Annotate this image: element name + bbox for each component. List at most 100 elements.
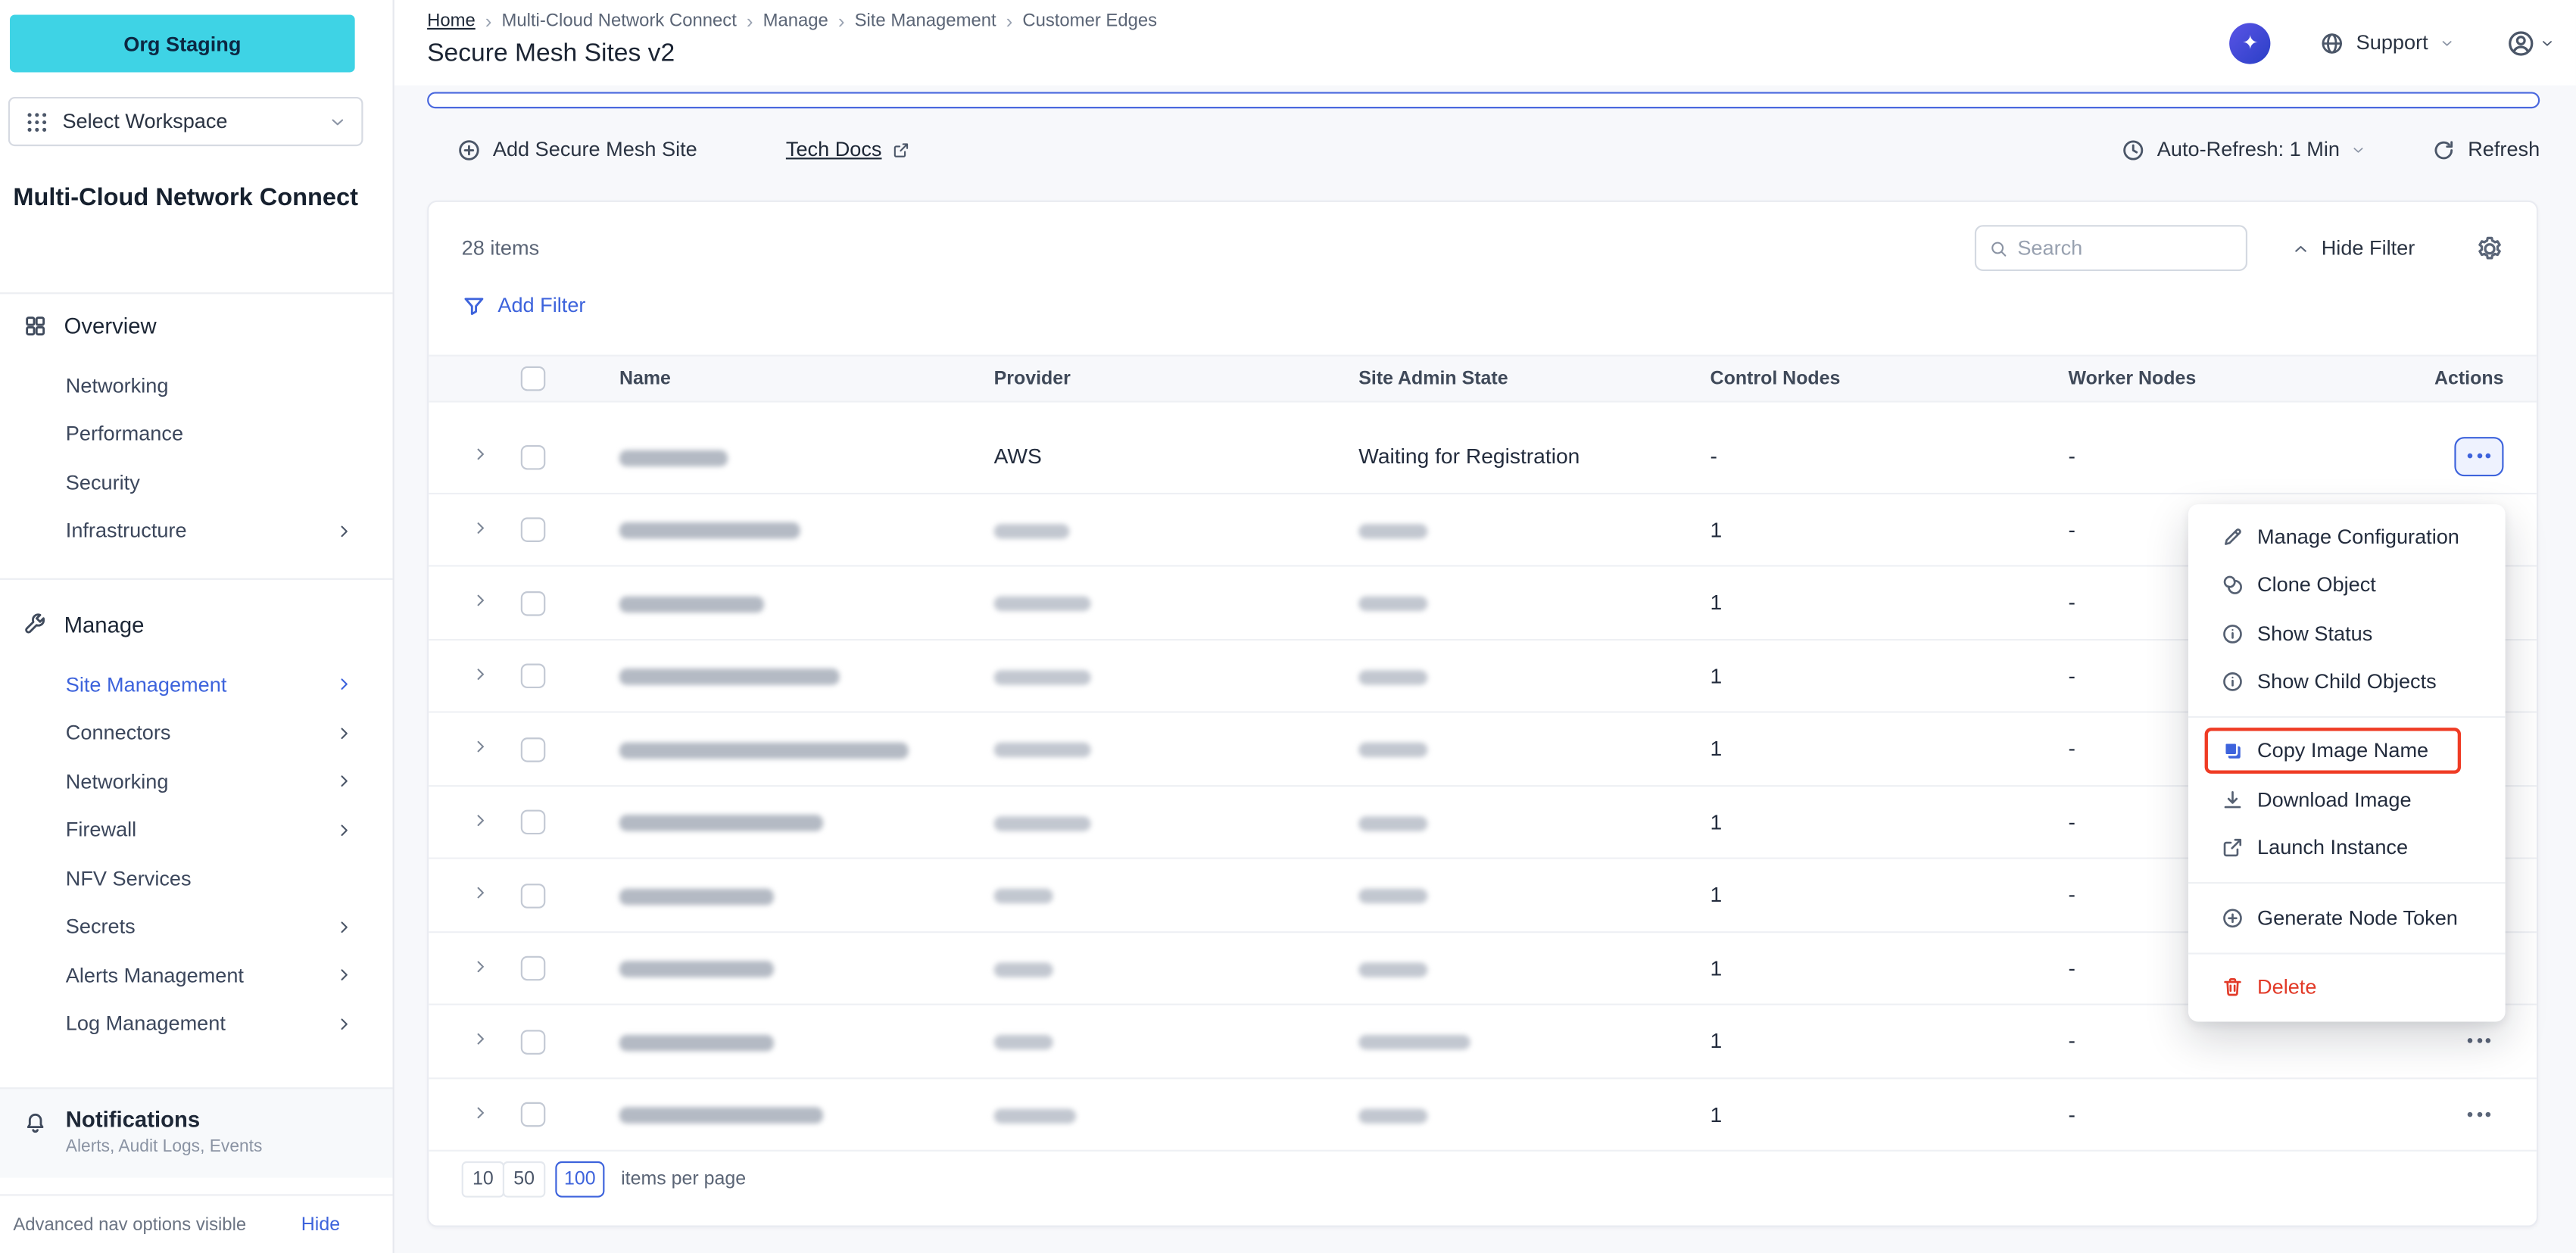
sidebar-item-log-management[interactable]: Log Management <box>0 999 393 1048</box>
sidebar-item-firewall[interactable]: Firewall <box>0 806 393 854</box>
row-checkbox[interactable] <box>521 956 546 981</box>
filter-row: Add Filter <box>462 282 586 329</box>
select-all-checkbox[interactable] <box>521 366 546 391</box>
row-expand-button[interactable] <box>472 811 490 829</box>
sidebar-item-infrastructure[interactable]: Infrastructure <box>0 506 393 555</box>
external-link-icon <box>892 141 910 159</box>
external-link-icon <box>2221 837 2244 859</box>
org-button[interactable]: Org Staging <box>10 15 355 73</box>
sidebar-item-networking[interactable]: Networking <box>0 361 393 410</box>
breadcrumb-item-customer-edges[interactable]: Customer Edges <box>1022 11 1157 31</box>
workspace-selector[interactable]: Select Workspace <box>8 97 363 146</box>
sidebar-item-security[interactable]: Security <box>0 458 393 506</box>
menu-item-generate-node-token[interactable]: Generate Node Token <box>2188 893 2506 942</box>
refresh-button[interactable]: Refresh <box>2431 137 2540 162</box>
sidebar-item-notifications[interactable]: Notifications Alerts, Audit Logs, Events <box>0 1087 393 1177</box>
row-expand-button[interactable] <box>472 738 490 756</box>
pagination-options: 1050 100 <box>462 1161 605 1198</box>
clone-icon <box>2221 574 2244 597</box>
redacted-text <box>1358 524 1427 539</box>
breadcrumb-item-multi-cloud-network-connect[interactable]: Multi-Cloud Network Connect <box>501 11 736 31</box>
row-checkbox[interactable] <box>521 737 546 762</box>
row-expand-button[interactable] <box>472 1103 490 1121</box>
search-box[interactable] <box>1975 225 2247 271</box>
redacted-text <box>619 596 764 612</box>
sparkle-icon: ✦ <box>2242 33 2259 52</box>
breadcrumb-item-site-management[interactable]: Site Management <box>855 11 996 31</box>
row-expand-button[interactable] <box>472 519 490 537</box>
gear-icon[interactable] <box>2476 234 2504 262</box>
add-filter-button[interactable]: Add Filter <box>462 293 586 318</box>
column-header-actions[interactable]: Actions <box>2430 369 2504 388</box>
row-checkbox[interactable] <box>521 591 546 616</box>
row-actions-button[interactable] <box>2454 1021 2503 1061</box>
info-icon <box>2221 671 2244 694</box>
sidebar-item-secrets[interactable]: Secrets <box>0 902 393 951</box>
info-icon <box>2221 622 2244 645</box>
sidebar-item-networking[interactable]: Networking <box>0 757 393 806</box>
column-header-control-nodes[interactable]: Control Nodes <box>1711 369 2069 388</box>
clock-icon <box>2121 137 2146 162</box>
items-count: 28 items <box>462 236 540 259</box>
row-actions-button[interactable] <box>2454 437 2503 476</box>
page-size-50-button[interactable]: 50 <box>503 1161 545 1198</box>
menu-item-launch-instance[interactable]: Launch Instance <box>2188 824 2506 872</box>
redacted-text <box>619 1034 774 1051</box>
menu-item-clone-object[interactable]: Clone Object <box>2188 561 2506 609</box>
menu-item-download-image[interactable]: Download Image <box>2188 775 2506 824</box>
sidebar-item-site-management[interactable]: Site Management <box>0 660 393 709</box>
account-menu[interactable] <box>2507 29 2555 57</box>
add-secure-mesh-site-button[interactable]: Add Secure Mesh Site <box>457 137 697 162</box>
sidebar-footer: Advanced nav options visible Hide <box>0 1194 393 1253</box>
breadcrumb-item-manage[interactable]: Manage <box>763 11 828 31</box>
row-expand-button[interactable] <box>472 957 490 975</box>
row-expand-button[interactable] <box>472 592 490 610</box>
row-checkbox[interactable] <box>521 884 546 909</box>
redacted-text <box>994 889 1053 904</box>
row-checkbox[interactable] <box>521 444 546 469</box>
row-checkbox[interactable] <box>521 664 546 689</box>
row-checkbox[interactable] <box>521 1102 546 1127</box>
refresh-icon <box>2431 137 2456 162</box>
sidebar-section-overview[interactable]: Overview <box>0 298 393 354</box>
redacted-text <box>994 1036 1053 1051</box>
row-checkbox[interactable] <box>521 1030 546 1055</box>
search-icon <box>1989 239 2007 257</box>
assistant-button[interactable]: ✦ <box>2230 22 2271 63</box>
column-header-name[interactable]: Name <box>619 369 994 388</box>
sidebar-item-alerts-management[interactable]: Alerts Management <box>0 951 393 999</box>
row-checkbox[interactable] <box>521 810 546 835</box>
sidebar-item-performance[interactable]: Performance <box>0 410 393 458</box>
menu-item-copy-image-name[interactable]: Copy Image Name <box>2205 728 2461 774</box>
sidebar-item-connectors[interactable]: Connectors <box>0 709 393 757</box>
redacted-text <box>994 962 1053 977</box>
page-size-10-button[interactable]: 10 <box>462 1161 504 1198</box>
hide-filter-button[interactable]: Hide Filter <box>2292 236 2415 259</box>
pencil-icon <box>2221 525 2244 548</box>
row-checkbox[interactable] <box>521 518 546 543</box>
sidebar-section-manage[interactable]: Manage <box>0 597 393 653</box>
search-input[interactable] <box>2017 236 2232 259</box>
menu-item-show-child-objects[interactable]: Show Child Objects <box>2188 658 2506 706</box>
redacted-text <box>994 670 1091 685</box>
chevron-right-icon <box>335 724 354 742</box>
row-expand-button[interactable] <box>472 884 490 902</box>
redacted-text <box>994 597 1091 612</box>
menu-item-show-status[interactable]: Show Status <box>2188 609 2506 658</box>
menu-item-manage-configuration[interactable]: Manage Configuration <box>2188 513 2506 561</box>
column-header-provider[interactable]: Provider <box>994 369 1359 388</box>
column-header-worker-nodes[interactable]: Worker Nodes <box>2069 369 2430 388</box>
auto-refresh-dropdown[interactable]: Auto-Refresh: 1 Min <box>2121 137 2366 162</box>
row-expand-button[interactable] <box>472 446 490 464</box>
row-actions-button[interactable] <box>2454 1094 2503 1133</box>
hide-nav-link[interactable]: Hide <box>301 1214 340 1234</box>
sidebar-item-nfv-services[interactable]: NFV Services <box>0 854 393 902</box>
tech-docs-link[interactable]: Tech Docs <box>786 138 909 161</box>
breadcrumb-item-home[interactable]: Home <box>427 11 476 31</box>
column-header-site-admin-state[interactable]: Site Admin State <box>1358 369 1710 388</box>
row-expand-button[interactable] <box>472 665 490 683</box>
support-menu[interactable]: Support <box>2320 30 2454 55</box>
row-expand-button[interactable] <box>472 1030 490 1049</box>
page-size-100-button[interactable]: 100 <box>555 1161 604 1198</box>
menu-item-delete[interactable]: Delete <box>2188 963 2506 1011</box>
